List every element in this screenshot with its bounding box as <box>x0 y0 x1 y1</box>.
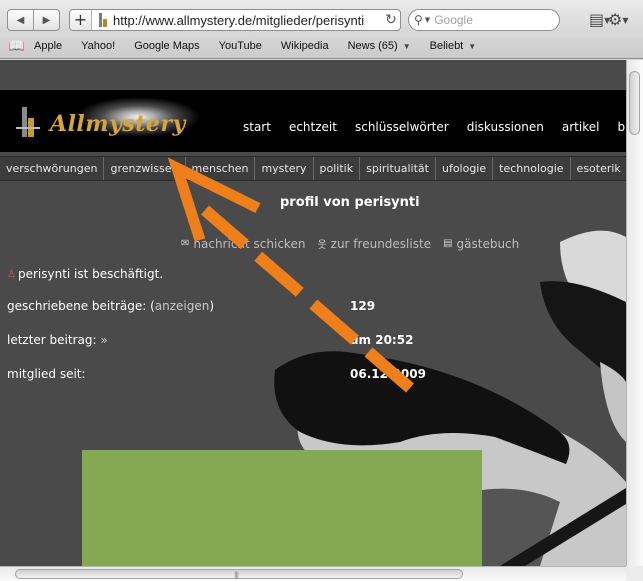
guestbook-label: gästebuch <box>456 236 520 251</box>
history-nav: ◀ ▶ <box>7 9 60 31</box>
bookmark-youtube[interactable]: YouTube <box>219 40 262 52</box>
nav-schluesselwoerter[interactable]: schlüsselwörter <box>355 120 449 134</box>
forward-arrow-icon: ▶ <box>42 14 51 26</box>
reload-button[interactable]: ↻ <box>382 12 400 28</box>
search-engine-dropdown-icon[interactable]: ▼ <box>425 16 430 24</box>
chevron-down-icon: ▼ <box>468 42 477 51</box>
bookmarks-bar: 📖 Apple Yahoo! Google Maps YouTube Wikip… <box>0 34 643 59</box>
chevron-down-icon: ▼ <box>622 16 629 25</box>
nav-start[interactable]: start <box>243 120 271 134</box>
logo-wordmark: Allmystery <box>50 111 186 137</box>
search-field[interactable]: ⚲ ▼ Google <box>408 9 560 31</box>
add-friend-label: zur freundesliste <box>330 236 432 251</box>
user-status: ♙ perisynti ist beschäftigt. <box>7 267 163 281</box>
forward-button[interactable]: ▶ <box>33 10 59 30</box>
page-viewport[interactable]: Allmystery start echtzeit schlüsselwörte… <box>0 60 626 566</box>
site-header: Allmystery start echtzeit schlüsselwörte… <box>0 90 626 152</box>
page-icon: ▤ <box>589 10 605 29</box>
back-button[interactable]: ◀ <box>8 10 33 30</box>
nav-blog[interactable]: blog <box>617 120 626 134</box>
page-top-strip <box>0 60 626 88</box>
category-grenzwissen[interactable]: grenzwissen <box>104 157 186 180</box>
horizontal-scroll-thumb[interactable]: ||| <box>15 569 463 579</box>
search-placeholder: Google <box>434 13 473 27</box>
busy-status-icon: ♙ <box>7 268 16 280</box>
nav-artikel[interactable]: artikel <box>562 120 600 134</box>
envelope-icon: ✉ <box>181 238 190 249</box>
guestbook-link[interactable]: ▤ gästebuch <box>443 236 519 251</box>
browser-toolbar: ◀ ▶ + http://www.allmystery.de/mitgliede… <box>0 0 643 34</box>
bookmark-yahoo[interactable]: Yahoo! <box>81 40 115 52</box>
profile-title: profil von perisynti <box>280 195 420 210</box>
scroll-grip-icon: ||| <box>234 571 239 579</box>
posts-count: 129 <box>350 299 376 313</box>
nav-echtzeit[interactable]: echtzeit <box>289 120 337 134</box>
site-logo[interactable]: Allmystery <box>10 93 210 151</box>
last-post-label-text: letzter beitrag: <box>7 333 97 347</box>
add-bookmark-button[interactable]: + <box>70 10 92 30</box>
last-post-time: um 20:52 <box>350 333 414 347</box>
add-friend-link[interactable]: 웃 zur freundesliste <box>317 236 432 252</box>
category-menschen[interactable]: menschen <box>186 157 256 180</box>
category-technologie[interactable]: technologie <box>493 157 571 180</box>
posts-label: geschriebene beiträge: (anzeigen) <box>7 299 214 313</box>
posts-label-pre: geschriebene beiträge: ( <box>7 299 155 313</box>
site-favicon-icon <box>98 13 108 27</box>
send-message-link[interactable]: ✉ nachricht schicken <box>181 236 305 251</box>
vertical-scrollbar[interactable] <box>626 60 643 566</box>
scrollbar-corner <box>626 566 643 581</box>
category-spiritualitaet[interactable]: spiritualität <box>360 157 436 180</box>
category-verschwoerungen[interactable]: verschwörungen <box>0 157 105 180</box>
guestbook-icon: ▤ <box>443 238 453 249</box>
profile-actions: ✉ nachricht schicken 웃 zur freundesliste ▤… <box>181 236 531 252</box>
bookmark-news-label: News (65) <box>347 40 398 52</box>
vertical-scroll-thumb[interactable] <box>629 71 640 135</box>
user-status-text: perisynti ist beschäftigt. <box>17 267 164 281</box>
bookmarks-book-icon[interactable]: 📖 <box>0 39 34 54</box>
bookmark-beliebt-label: Beliebt <box>429 40 464 52</box>
category-politik[interactable]: politik <box>314 157 361 180</box>
magnifier-icon: ⚲ <box>414 13 423 27</box>
posts-label-post: ) <box>209 299 215 313</box>
bookmark-apple[interactable]: Apple <box>34 40 62 52</box>
gear-icon: ⚙ <box>608 10 623 29</box>
category-nav: verschwörungen grenzwissen menschen myst… <box>0 156 626 181</box>
member-since-label: mitglied seit: <box>7 367 86 381</box>
bookmark-wikipedia[interactable]: Wikipedia <box>281 40 329 52</box>
category-mystery[interactable]: mystery <box>255 157 314 180</box>
bookmark-news[interactable]: News (65) ▼ <box>348 40 411 52</box>
settings-menu-button[interactable]: ⚙▼ <box>608 10 629 29</box>
member-since-date: 06.12.2009 <box>350 367 426 381</box>
profile-content: profil von perisynti ✉ nachricht schicken… <box>0 182 626 566</box>
green-content-box <box>82 450 482 566</box>
last-post-link-icon[interactable]: » <box>100 333 107 347</box>
main-nav: start echtzeit schlüsselwörter diskussio… <box>243 120 626 134</box>
back-arrow-icon: ◀ <box>16 14 25 26</box>
nav-diskussionen[interactable]: diskussionen <box>467 120 544 134</box>
category-esoterik[interactable]: esoterik <box>571 157 626 180</box>
bookmark-beliebt[interactable]: Beliebt ▼ <box>430 40 477 52</box>
send-message-label: nachricht schicken <box>193 236 306 251</box>
chevron-down-icon: ▼ <box>402 42 411 51</box>
last-post-label: letzter beitrag: » <box>7 333 108 347</box>
horizontal-scrollbar[interactable]: ||| <box>0 566 626 581</box>
category-ufologie[interactable]: ufologie <box>436 157 494 180</box>
logo-mark-icon <box>16 107 40 137</box>
url-text[interactable]: http://www.allmystery.de/mitglieder/peri… <box>113 13 382 28</box>
show-posts-link[interactable]: anzeigen <box>155 299 210 313</box>
bookmark-google-maps[interactable]: Google Maps <box>134 40 199 52</box>
address-bar[interactable]: + http://www.allmystery.de/mitglieder/pe… <box>69 9 401 31</box>
person-icon: 웃 <box>317 240 327 251</box>
